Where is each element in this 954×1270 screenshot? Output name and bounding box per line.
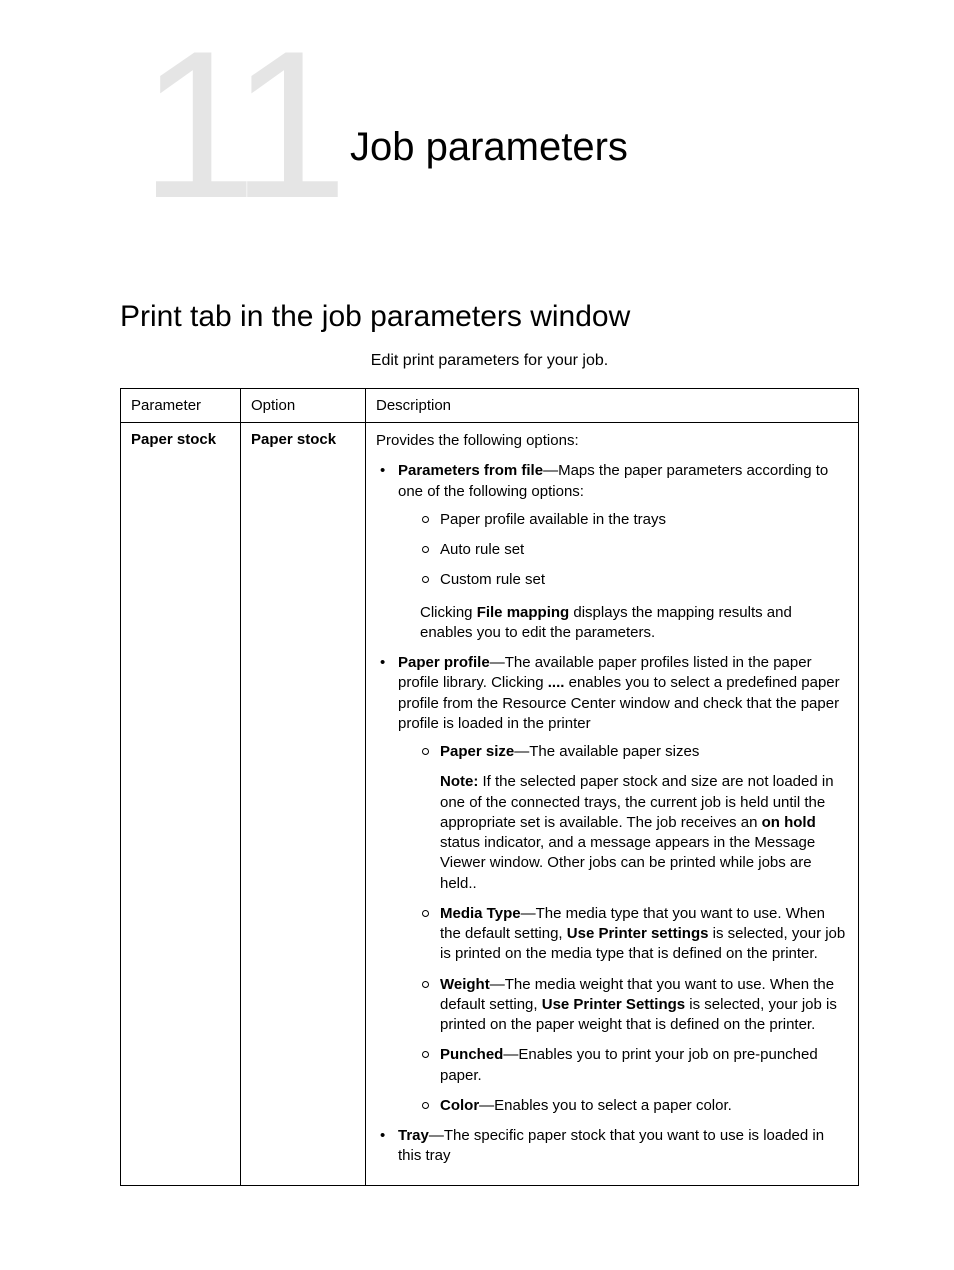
cell-description: Provides the following options: Paramete…	[366, 423, 859, 1186]
weight-label: Weight	[440, 976, 490, 993]
list-item: Color—Enables you to select a paper colo…	[398, 1096, 848, 1116]
chapter-number: 11	[140, 20, 338, 230]
parameters-from-file-label: Parameters from file	[398, 462, 543, 479]
desc-intro: Provides the following options:	[376, 431, 848, 451]
section-intro: Edit print parameters for your job.	[120, 352, 859, 370]
list-item: Parameters from file—Maps the paper para…	[376, 461, 848, 643]
header-option: Option	[241, 389, 366, 423]
list-item: Paper profile—The available paper profil…	[376, 653, 848, 1116]
ellipsis-bold: ....	[548, 674, 565, 691]
chapter-header: 11 Job parameters	[120, 40, 859, 240]
sub-list: Media Type—The media type that you want …	[398, 904, 848, 1116]
media-type-label: Media Type	[440, 905, 521, 922]
table-row: Paper stock Paper stock Provides the fol…	[121, 423, 859, 1186]
sub-list: Paper profile available in the trays Aut…	[398, 510, 848, 591]
section-title: Print tab in the job parameters window	[120, 300, 859, 334]
cell-option: Paper stock	[241, 423, 366, 1186]
on-hold-bold: on hold	[762, 814, 816, 831]
text: Clicking	[420, 604, 477, 621]
file-mapping-bold: File mapping	[477, 604, 570, 621]
option-label: Paper stock	[251, 431, 336, 448]
note-label: Note:	[440, 773, 478, 790]
sub-list: Paper size—The available paper sizes	[398, 742, 848, 762]
header-description: Description	[366, 389, 859, 423]
list-item: Paper size—The available paper sizes	[398, 742, 848, 762]
table-header-row: Parameter Option Description	[121, 389, 859, 423]
tray-label: Tray	[398, 1127, 429, 1144]
list-item: Auto rule set	[398, 540, 848, 560]
text: —The specific paper stock that you want …	[398, 1127, 824, 1164]
chapter-title: Job parameters	[350, 125, 628, 170]
parameter-label: Paper stock	[131, 431, 216, 448]
file-mapping-note: Clicking File mapping displays the mappi…	[420, 603, 848, 644]
paper-size-label: Paper size	[440, 743, 514, 760]
list-item: Punched—Enables you to print your job on…	[398, 1045, 848, 1086]
text: —The available paper sizes	[514, 743, 699, 760]
use-printer-settings-bold: Use Printer Settings	[542, 996, 685, 1013]
text: status indicator, and a message appears …	[440, 834, 815, 892]
list-item: Tray—The specific paper stock that you w…	[376, 1126, 848, 1167]
header-parameter: Parameter	[121, 389, 241, 423]
color-label: Color	[440, 1097, 479, 1114]
note-block: Note: If the selected paper stock and si…	[440, 772, 848, 894]
list-item: Media Type—The media type that you want …	[398, 904, 848, 965]
cell-parameter: Paper stock	[121, 423, 241, 1186]
text: —Enables you to select a paper color.	[479, 1097, 732, 1114]
document-page: 11 Job parameters Print tab in the job p…	[0, 0, 954, 1246]
bullet-list: Parameters from file—Maps the paper para…	[376, 461, 848, 1166]
use-printer-settings-bold: Use Printer settings	[567, 925, 709, 942]
list-item: Custom rule set	[398, 570, 848, 590]
list-item: Paper profile available in the trays	[398, 510, 848, 530]
parameters-table: Parameter Option Description Paper stock…	[120, 388, 859, 1186]
list-item: Weight—The media weight that you want to…	[398, 975, 848, 1036]
paper-profile-label: Paper profile	[398, 654, 490, 671]
punched-label: Punched	[440, 1046, 503, 1063]
